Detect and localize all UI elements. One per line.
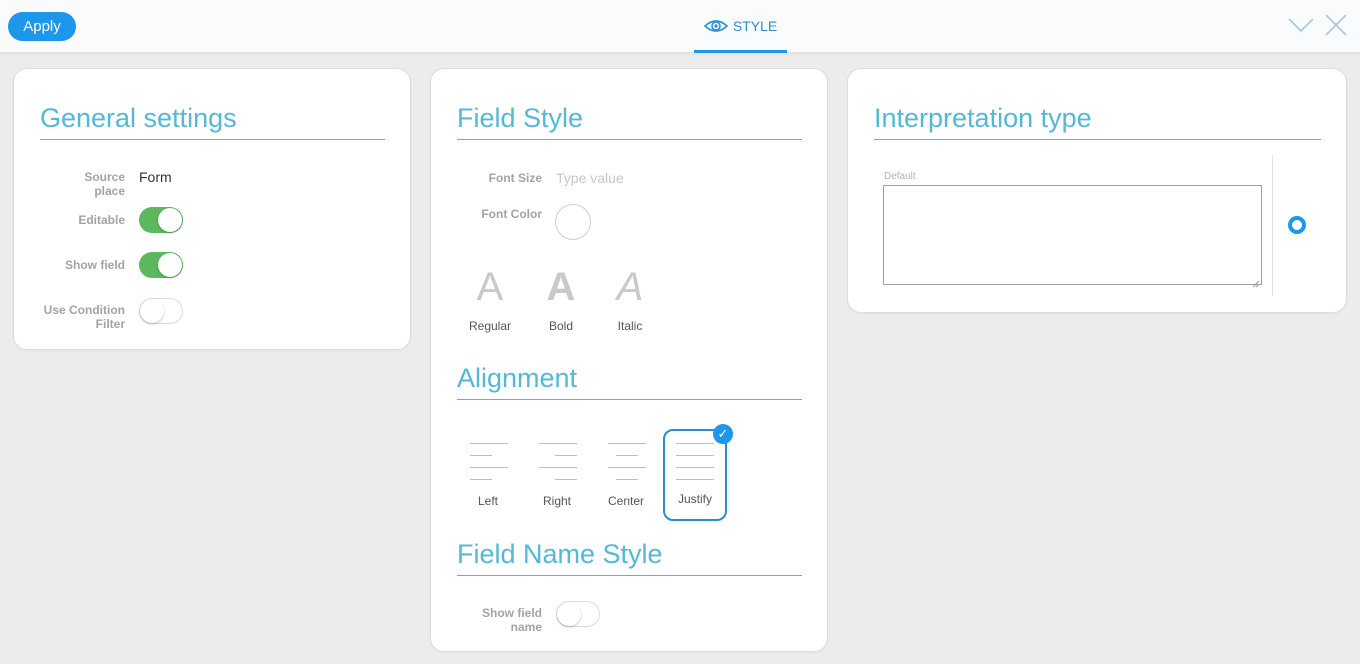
divider: [40, 139, 385, 140]
field-style-title: Field Style: [457, 103, 584, 133]
divider: [874, 139, 1321, 140]
show-field-label: Show field: [65, 258, 125, 272]
general-settings-title: General settings: [40, 103, 237, 133]
top-toolbar: Apply STYLE: [0, 0, 1360, 53]
align-left-label: Left: [477, 494, 498, 508]
use-condition-filter-label: Use Condition Filter: [43, 303, 125, 331]
default-textarea[interactable]: [883, 185, 1262, 285]
vertical-divider: [1272, 155, 1273, 296]
font-italic-label: Italic: [617, 319, 643, 333]
align-left-option[interactable]: Left: [463, 431, 523, 519]
eye-icon: [703, 18, 729, 34]
default-label: Default: [884, 171, 916, 182]
alignment-title: Alignment: [457, 363, 578, 393]
align-center-option[interactable]: Center: [601, 431, 661, 519]
font-italic-icon: A: [616, 265, 644, 309]
editable-label: Editable: [78, 213, 125, 227]
align-justify-icon: [676, 443, 714, 483]
editable-toggle[interactable]: [139, 207, 183, 233]
source-place-label: Source place: [84, 170, 125, 198]
toggle-knob: [140, 299, 164, 323]
font-regular-icon: A: [476, 265, 504, 309]
show-field-name-toggle[interactable]: [556, 601, 600, 627]
font-color-label: Font Color: [481, 207, 542, 221]
show-field-name-label: Show field name: [482, 606, 542, 634]
align-right-icon: [539, 443, 577, 483]
font-size-input[interactable]: Type value: [556, 170, 736, 186]
chevron-down-icon[interactable]: [1288, 14, 1314, 36]
font-style-italic[interactable]: A Italic: [605, 265, 655, 333]
font-regular-label: Regular: [468, 319, 512, 333]
divider: [457, 575, 802, 576]
tab-style-label: STYLE: [732, 18, 778, 34]
general-settings-card: General settings Source place Form Edita…: [13, 68, 411, 350]
resize-handle-icon: [1252, 275, 1260, 288]
font-style-bold[interactable]: A Bold: [536, 265, 586, 333]
toggle-knob: [557, 602, 581, 626]
toggle-knob: [158, 208, 182, 232]
font-size-label: Font Size: [488, 171, 542, 185]
align-right-option[interactable]: Right: [532, 431, 592, 519]
interpretation-type-title: Interpretation type: [874, 103, 1092, 133]
font-style-regular[interactable]: A Regular: [465, 265, 515, 333]
align-left-icon: [470, 443, 508, 483]
tab-active-indicator: [694, 50, 787, 53]
align-center-label: Center: [607, 494, 645, 508]
font-color-swatch[interactable]: [555, 204, 591, 240]
align-center-icon: [608, 443, 646, 483]
font-bold-icon: A: [546, 265, 576, 309]
source-place-value: Form: [139, 169, 172, 185]
divider: [457, 399, 802, 400]
close-icon[interactable]: [1324, 13, 1348, 37]
align-right-label: Right: [542, 494, 571, 508]
field-style-card: Field Style Font Size Type value Font Co…: [430, 68, 828, 652]
align-justify-label: Justify: [677, 492, 712, 506]
font-bold-label: Bold: [548, 319, 574, 333]
use-condition-filter-toggle[interactable]: [139, 298, 183, 324]
tab-style[interactable]: STYLE: [694, 0, 787, 53]
divider: [457, 139, 802, 140]
show-field-toggle[interactable]: [139, 252, 183, 278]
toggle-knob: [158, 253, 182, 277]
apply-button[interactable]: Apply: [8, 12, 76, 41]
check-icon: ✓: [713, 424, 733, 444]
default-radio[interactable]: [1288, 216, 1306, 234]
interpretation-type-card: Interpretation type Default: [847, 68, 1347, 313]
field-name-style-title: Field Name Style: [457, 539, 663, 569]
